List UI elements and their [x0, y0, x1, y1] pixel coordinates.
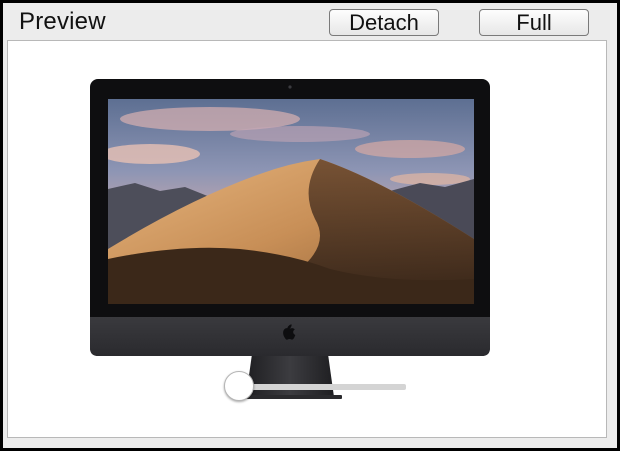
camera-icon	[288, 85, 292, 89]
slider-track[interactable]	[238, 384, 406, 390]
preview-panel	[7, 40, 607, 438]
full-button[interactable]: Full	[479, 9, 589, 36]
window-title: Preview	[19, 8, 106, 35]
slider-thumb[interactable]	[224, 371, 254, 401]
imac-preview-image	[90, 79, 490, 399]
preview-slider[interactable]	[224, 371, 406, 403]
desktop-wallpaper	[108, 99, 474, 304]
detach-button[interactable]: Detach	[329, 9, 439, 36]
